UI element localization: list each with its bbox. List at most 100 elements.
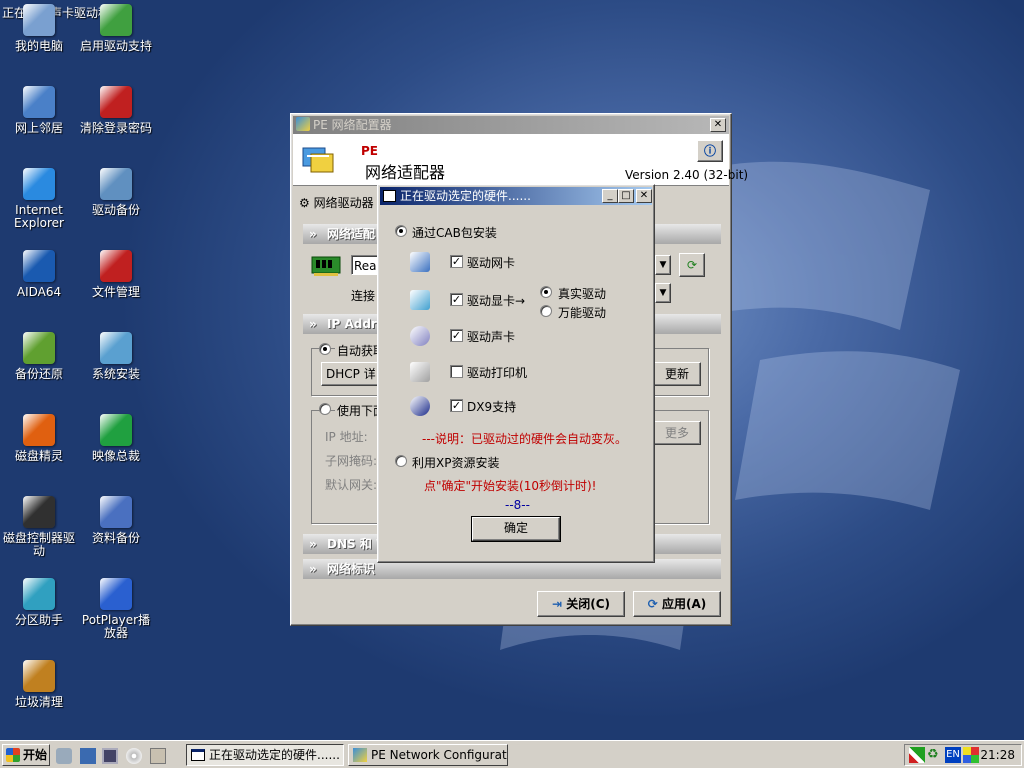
desktop-icon-clear-password[interactable]: 清除登录密码 [78,86,154,135]
radio-xp-install[interactable] [395,455,407,467]
prompt-text: 点"确定"开始安装(10秒倒计时)! [424,479,597,493]
checkbox-sound-card[interactable]: ✓ [450,329,463,342]
radio-manual-ip[interactable] [319,403,331,415]
close-icon[interactable]: ✕ [710,118,726,132]
countdown-text: --8-- [505,498,530,512]
adapter-dropdown-arrow[interactable]: ▼ [655,255,671,275]
close-icon[interactable]: ✕ [636,189,652,203]
task-driver-dialog[interactable]: 正在驱动选定的硬件...... [186,744,344,766]
taskbar: 开始 正在驱动选定的硬件...... PE Network Configurat… [0,740,1024,768]
desktop-icon-label: 垃圾清理 [14,695,63,709]
clock: 21:28 [980,748,1015,762]
checkbox-display-card[interactable]: ✓ [450,293,463,306]
ql-tools-icon[interactable] [150,748,166,764]
minimize-icon[interactable]: _ [602,189,618,203]
desktop-icon-disk-genius[interactable]: 磁盘精灵 [1,414,77,463]
driver-support-icon [100,4,132,36]
chevron-down-icon: » [309,317,317,331]
checkbox-directx[interactable]: ✓ [450,399,463,412]
windows-flag-icon [6,748,20,762]
tray-language[interactable]: EN [945,747,961,763]
refresh-button[interactable]: 更新 [653,362,701,386]
ql-monitor-icon[interactable] [102,748,118,764]
connect-dropdown-arrow[interactable]: ▼ [655,283,671,303]
checkbox-network-card[interactable]: ✓ [450,255,463,268]
driver-dialog-titlebar[interactable]: 正在驱动选定的硬件...... _ □ ✕ [380,187,652,205]
dhcp-button[interactable]: DHCP 详 [321,362,381,386]
header-title: 网络适配器 [365,163,446,182]
ok-button[interactable]: 确定 [471,516,561,542]
display-card-icon [410,290,430,310]
my-computer-icon [23,4,55,36]
toolbar-network-driver[interactable]: ⚙ 网络驱动器 [299,194,374,211]
tray-chart-icon[interactable] [909,747,925,763]
subnet-mask-label: 子网掩码: [325,454,378,468]
printer-icon [410,362,430,382]
quicklaunch [56,748,168,764]
system-tray: ♻ EN 21:28 [904,744,1022,766]
desktop-icon-label: PotPlayer播放器 [81,613,151,640]
network-config-logo-icon [302,147,334,173]
desktop-icon-data-backup[interactable]: 资料备份 [78,496,154,545]
chevron-down-icon: » [309,537,317,551]
desktop-icon-disk-controller[interactable]: 磁盘控制器驱动 [1,496,77,558]
desktop-icon-label: Internet Explorer [14,203,64,230]
data-backup-icon [100,496,132,528]
chevron-down-icon: » [309,562,317,576]
task-window-icon [191,749,205,761]
radio-cab-install-label: 通过CAB包安装 [412,226,497,240]
radio-real-driver[interactable] [540,286,552,298]
maximize-icon[interactable]: □ [618,189,634,203]
task-network-icon [353,748,367,762]
tray-recycle-icon[interactable]: ♻ [927,747,943,763]
radio-universal-driver[interactable] [540,305,552,317]
tray-display-icon[interactable] [963,747,979,763]
desktop-icon-label: 资料备份 [91,531,140,545]
app-icon [296,117,310,131]
item-label: DX9支持 [467,400,517,414]
desktop-icon-internet-explorer[interactable]: Internet Explorer [1,168,77,230]
dialog-title: 正在驱动选定的硬件...... [400,189,531,203]
close-button[interactable]: ⇥ 关闭(C) [537,591,625,617]
info-button[interactable]: ⓘ [697,140,723,162]
desktop-icon-driver-support[interactable]: 启用驱动支持 [78,4,154,53]
desktop-icon-potplayer[interactable]: PotPlayer播放器 [78,578,154,640]
desktop-icon-label: 映像总裁 [91,449,140,463]
driver-dialog[interactable]: 正在驱动选定的硬件...... _ □ ✕ 通过CAB包安装 ✓ 驱动网卡 ✓ 驱动显… [377,184,655,563]
network-card-icon [410,252,430,272]
desktop-icon-network-places[interactable]: 网上邻居 [1,86,77,135]
task-pe-network[interactable]: PE Network Configurator [348,744,508,766]
desktop-icon-file-manager[interactable]: 文件管理 [78,250,154,299]
desktop-icon-driver-backup[interactable]: 驱动备份 [78,168,154,217]
directx-icon [410,396,430,416]
desktop-icon-label: AIDA64 [16,285,62,299]
refresh-icon[interactable]: ⟳ [679,253,705,277]
desktop-icon-backup-restore[interactable]: 备份还原 [1,332,77,381]
gateway-label: 默认网关: [325,478,378,492]
apply-icon: ⟳ [647,597,662,611]
driver-tool-icon: ⚙ [299,196,314,210]
junk-cleaner-icon [23,660,55,692]
ql-disk-icon[interactable] [56,748,72,764]
desktop-icon-aida64[interactable]: AIDA64 [1,250,77,299]
pe-network-titlebar[interactable]: PE 网络配置器 ✕ [293,116,729,134]
apply-button[interactable]: ⟳ 应用(A) [633,591,721,617]
ql-network-icon[interactable] [80,748,96,764]
file-manager-icon [100,250,132,282]
header-pe: PE [361,144,378,158]
desktop-icon-system-install[interactable]: 系统安装 [78,332,154,381]
desktop-icon-junk-cleaner[interactable]: 垃圾清理 [1,660,77,709]
checkbox-printer[interactable] [450,365,463,378]
desktop-icon-partition-assistant[interactable]: 分区助手 [1,578,77,627]
radio-xp-install-label: 利用XP资源安装 [412,456,500,470]
item-label: 驱动声卡 [467,330,516,344]
radio-auto-ip[interactable] [319,343,331,355]
more-button[interactable]: 更多 [653,421,701,445]
desktop-icon-image-master[interactable]: 映像总裁 [78,414,154,463]
radio-cab-install[interactable] [395,225,407,237]
item-label: 驱动网卡 [467,256,516,270]
dialog-window-icon [383,190,396,202]
desktop-icon-my-computer[interactable]: 我的电脑 [1,4,77,53]
ql-cd-icon[interactable] [126,748,142,764]
start-button[interactable]: 开始 [2,744,50,766]
